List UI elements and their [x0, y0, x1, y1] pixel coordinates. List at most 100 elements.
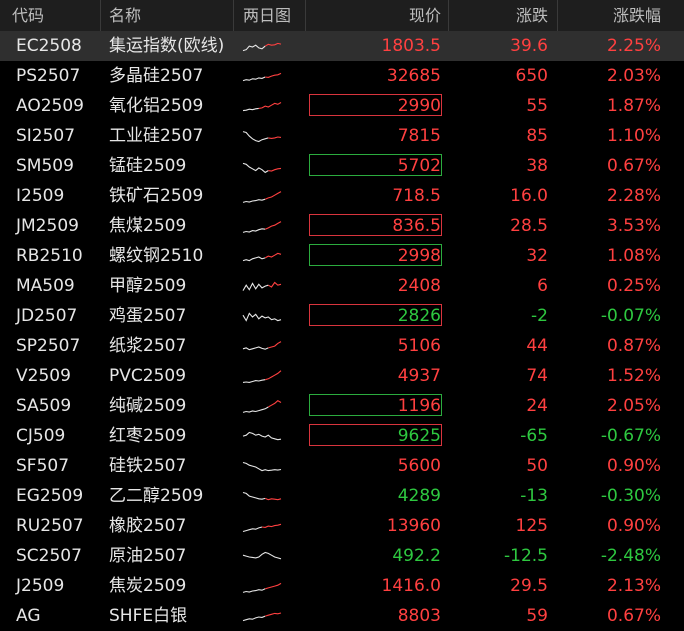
change-percent: 2.13% — [606, 576, 661, 596]
column-divider[interactable] — [100, 0, 101, 31]
contract-code: JD2507 — [16, 306, 78, 326]
table-row[interactable]: AO2509 氧化铝2509 2990 55 1.87% — [0, 91, 684, 121]
last-price: 4289 — [397, 486, 441, 506]
change-percent: 0.90% — [606, 516, 661, 536]
contract-code: EG2509 — [16, 486, 84, 506]
contract-code: PS2507 — [16, 66, 81, 86]
two-day-chart — [242, 247, 282, 267]
table-row[interactable]: AG SHFE白银 8803 59 0.67% — [0, 601, 684, 631]
sparkline — [242, 162, 282, 174]
two-day-chart — [242, 457, 282, 477]
change-percent: -0.07% — [600, 306, 661, 326]
col-header-price[interactable]: 现价 — [409, 0, 441, 31]
contract-code: SP2507 — [16, 336, 81, 356]
table-row[interactable]: MA509 甲醇2509 2408 6 0.25% — [0, 271, 684, 301]
column-divider[interactable] — [448, 0, 449, 31]
last-price: 2998 — [397, 246, 441, 266]
contract-name: 氧化铝2509 — [109, 96, 204, 116]
col-header-chart[interactable]: 两日图 — [243, 0, 291, 31]
sparkline — [242, 191, 282, 203]
contract-name: 纯碱2509 — [109, 396, 187, 416]
table-row[interactable]: V2509 PVC2509 4937 74 1.52% — [0, 361, 684, 391]
sparkline-day1 — [242, 551, 282, 560]
sparkline-day2 — [264, 221, 282, 230]
contract-code: CJ509 — [16, 426, 66, 446]
last-price: 5702 — [397, 156, 441, 176]
col-header-code[interactable]: 代码 — [12, 0, 44, 31]
contract-code: SF507 — [16, 456, 70, 476]
quote-board: 代码 名称 两日图 现价 涨跌 涨跌幅 EC2508 集运指数(欧线) 1803.5… — [0, 0, 684, 630]
last-price: 8803 — [397, 606, 441, 626]
table-row[interactable]: SA509 纯碱2509 1196 24 2.05% — [0, 391, 684, 421]
col-header-name[interactable]: 名称 — [109, 0, 141, 31]
change-percent: 0.87% — [606, 336, 661, 356]
contract-name: 铁矿石2509 — [109, 186, 204, 206]
two-day-chart — [242, 157, 282, 177]
two-day-chart — [242, 487, 282, 507]
price-change: 125 — [515, 516, 548, 536]
table-row[interactable]: EG2509 乙二醇2509 4289 -13 -0.30% — [0, 481, 684, 511]
contract-code: I2509 — [16, 186, 65, 206]
two-day-chart — [242, 547, 282, 567]
last-price: 1803.5 — [381, 36, 441, 56]
contract-name: 原油2507 — [109, 546, 187, 566]
col-header-change[interactable]: 涨跌 — [516, 0, 548, 31]
sparkline-day2 — [268, 281, 282, 288]
table-row[interactable]: J2509 焦炭2509 1416.0 29.5 2.13% — [0, 571, 684, 601]
price-change: 44 — [526, 336, 548, 356]
table-row[interactable]: PS2507 多晶硅2507 32685 650 2.03% — [0, 61, 684, 91]
change-percent: -0.30% — [600, 486, 661, 506]
sparkline — [242, 582, 282, 593]
table-row[interactable]: SM509 锰硅2509 5702 38 0.67% — [0, 151, 684, 181]
col-header-pct[interactable]: 涨跌幅 — [613, 0, 661, 31]
column-divider[interactable] — [557, 0, 558, 31]
sparkline-day2 — [264, 42, 282, 47]
table-row[interactable]: JM2509 焦煤2509 836.5 28.5 3.53% — [0, 211, 684, 241]
change-percent: 2.25% — [606, 36, 661, 56]
table-row[interactable]: RU2507 橡胶2507 13960 125 0.90% — [0, 511, 684, 541]
sparkline-day1 — [242, 44, 266, 52]
change-percent: 3.53% — [606, 216, 661, 236]
table-row[interactable]: SF507 硅铁2507 5600 50 0.90% — [0, 451, 684, 481]
two-day-chart — [242, 427, 282, 447]
two-day-chart — [242, 187, 282, 207]
table-row[interactable]: RB2510 螺纹钢2510 2998 32 1.08% — [0, 241, 684, 271]
change-percent: 1.10% — [606, 126, 661, 146]
table-row[interactable]: SP2507 纸浆2507 5106 44 0.87% — [0, 331, 684, 361]
contract-name: 工业硅2507 — [109, 126, 204, 146]
column-divider[interactable] — [233, 0, 234, 31]
two-day-chart — [242, 607, 282, 627]
table-row[interactable]: EC2508 集运指数(欧线) 1803.5 39.6 2.25% — [0, 31, 684, 61]
price-change: -65 — [520, 426, 548, 446]
contract-code: SI2507 — [16, 126, 76, 146]
change-percent: 1.52% — [606, 366, 661, 386]
last-price: 9625 — [397, 426, 441, 446]
sparkline-day1 — [242, 406, 269, 413]
sparkline — [242, 400, 282, 413]
price-change: 55 — [526, 96, 548, 116]
sparkline-day2 — [264, 252, 282, 259]
column-divider[interactable] — [305, 0, 306, 31]
sparkline — [242, 221, 282, 233]
table-row[interactable]: JD2507 鸡蛋2507 2826 -2 -0.07% — [0, 301, 684, 331]
sparkline-day2 — [258, 102, 282, 109]
sparkline-day1 — [242, 198, 266, 203]
contract-code: SA509 — [16, 396, 72, 416]
contract-code: J2509 — [16, 576, 65, 596]
sparkline — [242, 431, 282, 441]
table-row[interactable]: CJ509 红枣2509 9625 -65 -0.67% — [0, 421, 684, 451]
table-row[interactable]: SI2507 工业硅2507 7815 85 1.10% — [0, 121, 684, 151]
table-row[interactable]: SC2507 原油2507 492.2 -12.5 -2.48% — [0, 541, 684, 571]
two-day-chart — [242, 577, 282, 597]
sparkline-day1 — [242, 228, 266, 233]
last-price: 4937 — [397, 366, 441, 386]
price-change: -12.5 — [504, 546, 548, 566]
two-day-chart — [242, 397, 282, 417]
contract-code: EC2508 — [16, 36, 82, 56]
sparkline — [242, 312, 282, 322]
sparkline — [242, 523, 282, 533]
contract-name: 螺纹钢2510 — [109, 246, 204, 266]
contract-code: SM509 — [16, 156, 74, 176]
contract-code: V2509 — [16, 366, 71, 386]
table-row[interactable]: I2509 铁矿石2509 718.5 16.0 2.28% — [0, 181, 684, 211]
